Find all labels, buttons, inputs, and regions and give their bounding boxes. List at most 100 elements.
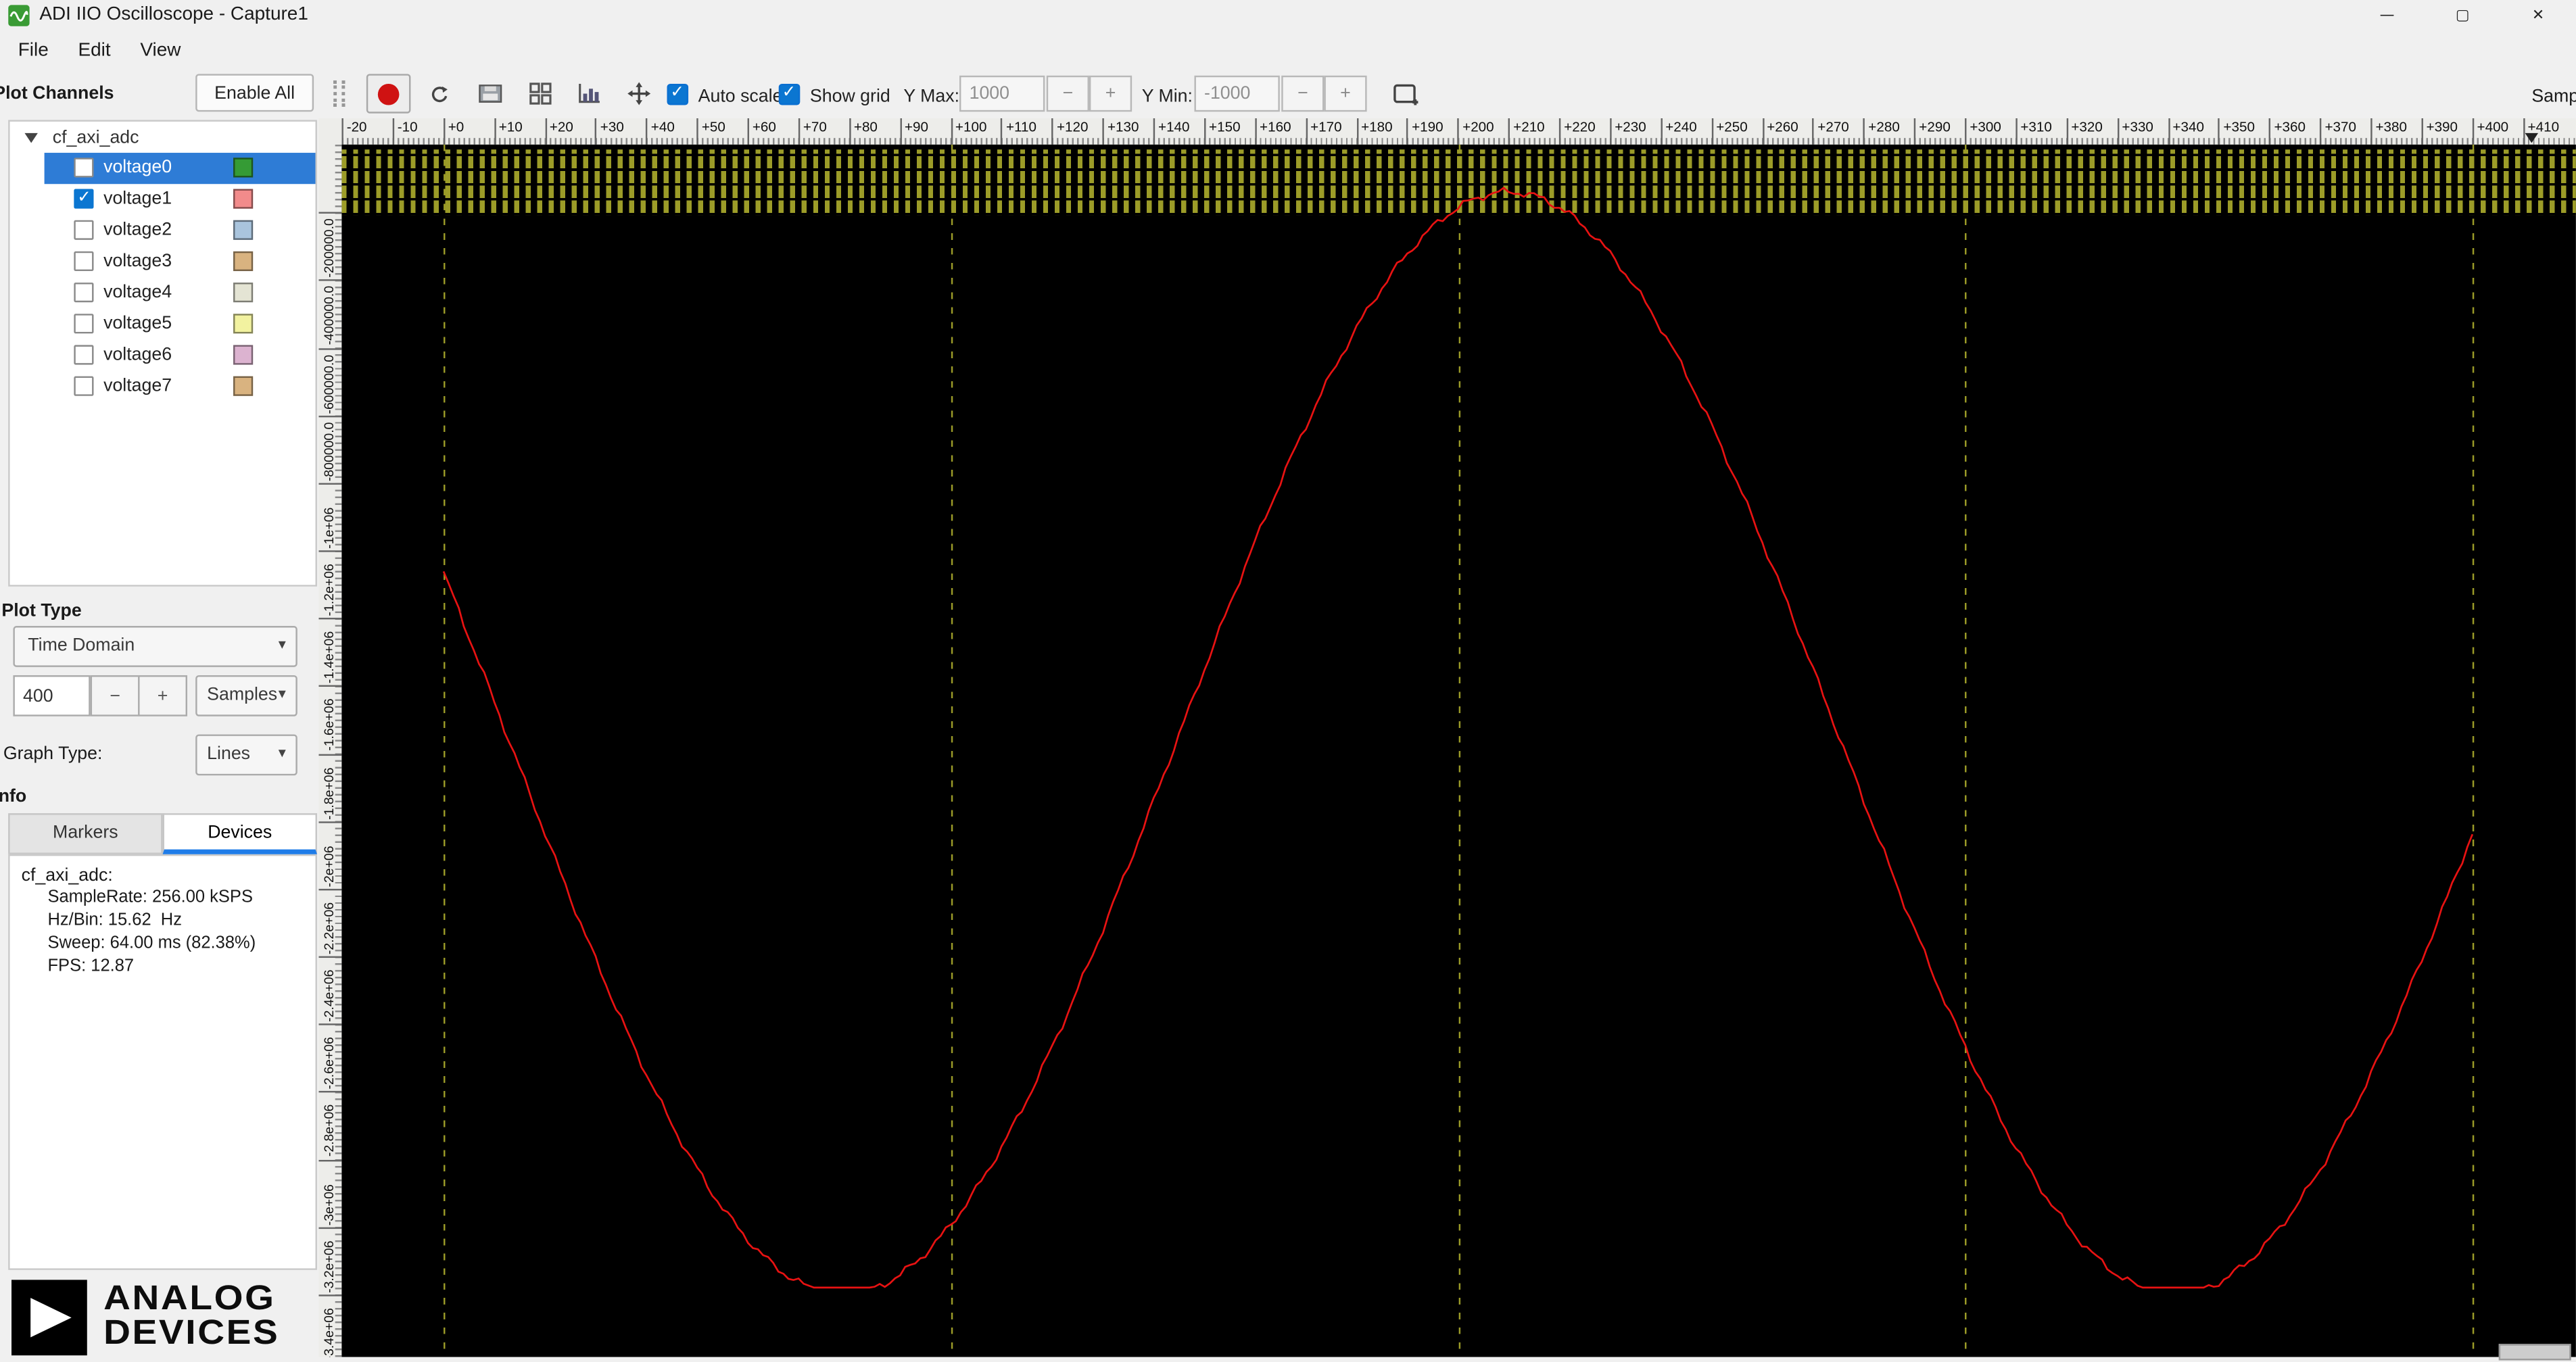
plot-type-dropdown[interactable]: Time Domain bbox=[13, 626, 297, 667]
new-plot-button[interactable] bbox=[1385, 74, 1429, 113]
menu-item-edit[interactable]: Edit bbox=[64, 36, 126, 66]
channel-checkbox-voltage2[interactable] bbox=[74, 220, 94, 240]
y-axis-label: -200000.0 bbox=[322, 218, 337, 278]
horizontal-scrollbar-thumb[interactable] bbox=[2498, 1344, 2571, 1361]
x-axis-tick: +110 bbox=[1001, 118, 1036, 145]
channel-row-voltage5[interactable]: voltage5 bbox=[10, 309, 316, 340]
channel-color-swatch[interactable] bbox=[233, 345, 254, 365]
close-button[interactable]: ✕ bbox=[2500, 0, 2576, 33]
channel-row-voltage2[interactable]: voltage2 bbox=[10, 215, 316, 246]
analog-devices-logo: ANALOG DEVICES bbox=[11, 1280, 317, 1362]
y-axis-label: -2.4e+06 bbox=[322, 969, 337, 1022]
x-axis-tick: +160 bbox=[1254, 118, 1291, 145]
x-axis-tick: +270 bbox=[1812, 118, 1849, 145]
tab-devices[interactable]: Devices bbox=[162, 813, 317, 854]
channel-row-voltage7[interactable]: voltage7 bbox=[10, 371, 316, 402]
x-axis-tick: -10 bbox=[392, 118, 418, 145]
sample-count-input[interactable] bbox=[13, 675, 91, 716]
y-max-label: Y Max: bbox=[903, 87, 960, 107]
logo-word-analog: ANALOG bbox=[103, 1280, 276, 1318]
x-axis-tick: +70 bbox=[798, 118, 827, 145]
channel-row-voltage1[interactable]: voltage1 bbox=[10, 184, 316, 215]
channel-tree: cf_axi_adc voltage0 voltage1 voltage2 volta… bbox=[8, 120, 317, 587]
x-axis-tick: +240 bbox=[1660, 118, 1697, 145]
logo-word-devices: DEVICES bbox=[103, 1314, 280, 1353]
x-axis-tick: +300 bbox=[1965, 118, 2001, 145]
channel-checkbox-voltage7[interactable] bbox=[74, 376, 94, 396]
y-min-minus-button[interactable]: − bbox=[1281, 75, 1325, 112]
y-axis-label: -2.2e+06 bbox=[322, 902, 337, 954]
x-axis-tick: +30 bbox=[595, 118, 624, 145]
waveform-voltage1 bbox=[442, 187, 2474, 1289]
channel-color-swatch[interactable] bbox=[233, 189, 254, 209]
y-max-minus-button[interactable]: − bbox=[1046, 75, 1089, 112]
channel-color-swatch[interactable] bbox=[233, 157, 254, 178]
plot-type-label: Plot Type bbox=[1, 601, 82, 621]
channel-checkbox-voltage1[interactable] bbox=[74, 189, 94, 209]
x-axis-tick: +250 bbox=[1711, 118, 1748, 145]
menu-item-file[interactable]: File bbox=[3, 36, 64, 66]
channel-color-swatch[interactable] bbox=[233, 283, 254, 303]
channel-row-voltage6[interactable]: voltage6 bbox=[10, 340, 316, 371]
channel-row-voltage4[interactable]: voltage4 bbox=[10, 278, 316, 309]
x-axis-tick: +260 bbox=[1761, 118, 1798, 145]
expander-icon[interactable] bbox=[24, 132, 38, 143]
channel-checkbox-voltage6[interactable] bbox=[74, 345, 94, 365]
y-axis-label: -400000.0 bbox=[322, 286, 337, 346]
y-axis-tick bbox=[318, 618, 342, 620]
device-group-row[interactable]: cf_axi_adc bbox=[10, 125, 316, 153]
menu-item-view[interactable]: View bbox=[126, 36, 196, 66]
x-axis-tick: -20 bbox=[341, 118, 367, 145]
show-grid-checkbox[interactable] bbox=[778, 83, 801, 105]
y-axis-tick bbox=[318, 1023, 342, 1026]
x-axis-tick: +50 bbox=[696, 118, 725, 145]
y-min-input[interactable] bbox=[1194, 75, 1280, 112]
x-axis-tick: +370 bbox=[2320, 118, 2356, 145]
move-button[interactable] bbox=[616, 74, 661, 113]
channel-color-swatch[interactable] bbox=[233, 376, 254, 396]
y-axis-tick bbox=[318, 347, 342, 349]
x-axis-tick: +220 bbox=[1558, 118, 1596, 145]
y-max-input[interactable] bbox=[959, 75, 1045, 112]
y-axis-tick bbox=[318, 415, 342, 417]
maximize-button[interactable]: ▢ bbox=[2425, 0, 2500, 33]
graph-type-dropdown[interactable]: Lines bbox=[195, 734, 297, 776]
y-min-label: Y Min: bbox=[1141, 87, 1193, 107]
device-info-line: Hz/Bin: 15.62 Hz bbox=[47, 910, 182, 930]
x-axis-tick: +80 bbox=[849, 118, 878, 145]
channel-checkbox-voltage4[interactable] bbox=[74, 283, 94, 303]
refresh-button[interactable] bbox=[417, 74, 462, 113]
channel-checkbox-voltage3[interactable] bbox=[74, 251, 94, 272]
channel-row-voltage0[interactable]: voltage0 bbox=[9, 153, 316, 185]
plot-toolbar: Auto scale Show grid Y Max: − + Y Min: −… bbox=[318, 69, 2576, 119]
y-min-plus-button[interactable]: + bbox=[1324, 75, 1367, 112]
minimize-button[interactable]: — bbox=[2350, 0, 2425, 33]
tab-markers[interactable]: Markers bbox=[8, 813, 163, 854]
menu-bar: File Edit View bbox=[0, 33, 2576, 69]
channel-label: voltage1 bbox=[103, 189, 172, 209]
plot-canvas[interactable] bbox=[341, 144, 2576, 1357]
enable-all-button[interactable]: Enable All bbox=[195, 74, 314, 112]
y-axis-label: -600000.0 bbox=[322, 354, 337, 414]
grid-layout-button[interactable] bbox=[517, 74, 562, 113]
y-axis-tick bbox=[318, 888, 342, 891]
x-axis-tick: +90 bbox=[899, 118, 928, 145]
grid-layout-icon bbox=[529, 82, 551, 105]
channel-checkbox-voltage0[interactable] bbox=[74, 157, 94, 178]
channel-color-swatch[interactable] bbox=[233, 314, 254, 334]
channel-row-voltage3[interactable]: voltage3 bbox=[10, 247, 316, 278]
auto-scale-checkbox[interactable] bbox=[667, 83, 689, 105]
sample-count-plus-button[interactable]: + bbox=[138, 675, 187, 716]
x-axis-tick: +310 bbox=[2016, 118, 2052, 145]
channel-label: voltage2 bbox=[103, 220, 172, 240]
chart-button[interactable] bbox=[567, 74, 611, 113]
capture-record-button[interactable] bbox=[366, 74, 411, 114]
y-max-plus-button[interactable]: + bbox=[1089, 75, 1132, 112]
channel-color-swatch[interactable] bbox=[233, 251, 254, 272]
channel-color-swatch[interactable] bbox=[233, 220, 254, 240]
device-info-line: SampleRate: 256.00 kSPS bbox=[47, 887, 253, 907]
sample-count-minus-button[interactable]: − bbox=[90, 675, 140, 716]
channel-checkbox-voltage5[interactable] bbox=[74, 314, 94, 334]
sample-unit-dropdown[interactable]: Samples bbox=[195, 675, 297, 716]
save-button[interactable] bbox=[468, 74, 512, 113]
